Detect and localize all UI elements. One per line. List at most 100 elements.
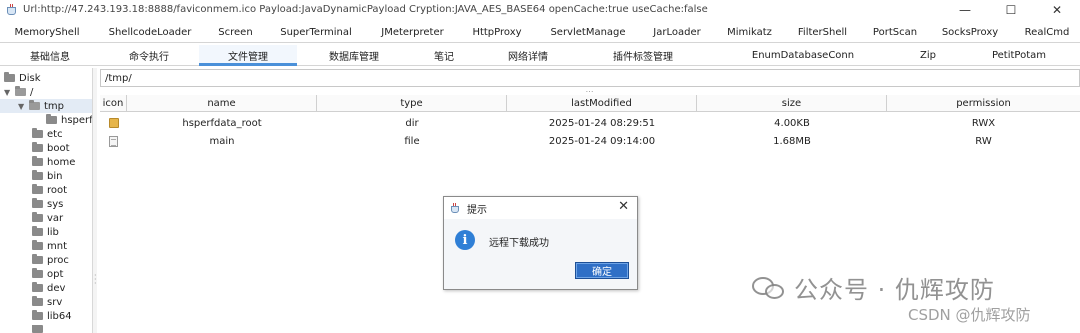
folder-open-icon: [29, 100, 40, 110]
cell-size: 1.68MB: [773, 135, 811, 147]
maximize-button[interactable]: ☐: [988, 0, 1034, 19]
path-value: /tmp/: [105, 72, 132, 84]
column-header-lastmodified[interactable]: lastModified: [507, 95, 697, 112]
tree-item-boot[interactable]: boot: [32, 141, 70, 155]
table-row[interactable]: hsperfdata_root dir 2025-01-24 08:29:51 …: [100, 114, 1080, 132]
cell-permission: RW: [975, 135, 992, 147]
collapse-arrow-icon[interactable]: ▼: [18, 102, 27, 111]
tree-item-opt[interactable]: opt: [32, 267, 63, 281]
tree-item-root[interactable]: root: [32, 183, 67, 197]
folder-icon: [32, 156, 43, 166]
tree-item-sys[interactable]: sys: [32, 197, 63, 211]
tree-item-srv[interactable]: srv: [32, 295, 62, 309]
folder-icon: [32, 325, 43, 333]
tab-zip[interactable]: Zip: [906, 45, 950, 65]
java-app-icon: [450, 202, 461, 214]
tab-plugin-label-manager[interactable]: 插件标签管理: [598, 45, 688, 65]
splitter-grip-icon[interactable]: · · ·: [94, 272, 97, 288]
column-header-size[interactable]: size: [697, 95, 887, 112]
dialog-close-button[interactable]: ✕: [618, 199, 629, 214]
tab-notes[interactable]: 笔记: [418, 45, 470, 65]
tree-item-mnt[interactable]: mnt: [32, 239, 67, 253]
dialog-title: 提示: [467, 204, 487, 216]
cell-name: main: [209, 135, 235, 147]
folder-icon: [32, 268, 43, 278]
tab-network-details[interactable]: 网络详情: [492, 45, 564, 65]
column-header-type[interactable]: type: [317, 95, 507, 112]
folder-icon: [32, 142, 43, 152]
close-button[interactable]: ✕: [1034, 0, 1080, 19]
message-dialog: 提示 ✕ i 远程下载成功 确定: [443, 196, 638, 290]
cell-type: file: [404, 135, 420, 147]
tree-item-dev[interactable]: dev: [32, 281, 65, 295]
tab-servletmanage[interactable]: ServletManage: [547, 22, 629, 42]
tab-realcmd[interactable]: RealCmd: [1018, 22, 1076, 42]
tab-command-exec[interactable]: 命令执行: [110, 45, 188, 65]
minimize-button[interactable]: —: [942, 0, 988, 19]
tree-splitter[interactable]: [93, 68, 97, 333]
tab-enumdatabaseconn[interactable]: EnumDatabaseConn: [748, 45, 858, 65]
tab-shellcodeloader[interactable]: ShellcodeLoader: [104, 22, 196, 42]
watermark-text: 公众号 · 仇辉攻防: [794, 276, 995, 304]
tab-petitpotam[interactable]: PetitPotam: [982, 45, 1056, 65]
tab-mimikatz[interactable]: Mimikatz: [722, 22, 777, 42]
tree-item-home[interactable]: home: [32, 155, 75, 169]
tree-item-lib[interactable]: lib: [32, 225, 59, 239]
file-icon: [100, 132, 127, 150]
dialog-title-bar: 提示 ✕: [444, 197, 637, 219]
path-input[interactable]: /tmp/: [100, 69, 1080, 87]
folder-icon: [32, 198, 43, 208]
info-icon: i: [455, 230, 475, 250]
tree-item-root-slash[interactable]: ▼ /: [4, 85, 33, 99]
tab-filtershell[interactable]: FilterShell: [790, 22, 855, 42]
folder-icon: [32, 212, 43, 222]
dialog-message: 远程下载成功: [489, 238, 549, 249]
table-row[interactable]: main file 2025-01-24 09:14:00 1.68MB RW: [100, 132, 1080, 150]
tree-item-proc[interactable]: proc: [32, 253, 69, 267]
tab-basic-info[interactable]: 基础信息: [14, 45, 86, 65]
watermark: 公众号 · 仇辉攻防: [752, 270, 995, 305]
folder-icon: [100, 114, 127, 132]
tree-item-tmp[interactable]: ▼ tmp: [0, 99, 92, 113]
tree-item-lib64[interactable]: lib64: [32, 309, 72, 323]
tab-file-manager[interactable]: 文件管理: [199, 45, 297, 66]
tab-portscan[interactable]: PortScan: [866, 22, 924, 42]
column-header-icon[interactable]: icon: [100, 95, 127, 112]
tab-socksproxy[interactable]: SocksProxy: [935, 22, 1005, 42]
folder-icon: [32, 282, 43, 292]
watermark-sub: CSDN @仇辉攻防: [908, 306, 1031, 324]
path-splitter[interactable]: ⋯: [100, 87, 1080, 96]
window-controls: — ☐ ✕: [942, 0, 1080, 19]
tab-memoryshell[interactable]: MemoryShell: [6, 22, 88, 42]
tree-item-etc[interactable]: etc: [32, 127, 63, 141]
cell-lastmodified: 2025-01-24 08:29:51: [548, 117, 656, 129]
ok-button[interactable]: 确定: [575, 262, 629, 279]
folder-icon: [4, 72, 15, 82]
title-bar: Url:http://47.243.193.18:8888/faviconmem…: [0, 0, 1080, 19]
tree-item-partial: [32, 325, 47, 333]
plugin-tabs-row-1: MemoryShell ShellcodeLoader Screen Super…: [0, 22, 1080, 43]
folder-icon: [32, 240, 43, 250]
wechat-logo-icon: [752, 275, 786, 301]
tab-superterminal[interactable]: SuperTerminal: [276, 22, 356, 42]
collapse-arrow-icon[interactable]: ▼: [4, 88, 13, 97]
cell-size: 4.00KB: [774, 117, 810, 129]
folder-icon: [32, 310, 43, 320]
tab-jarloader[interactable]: JarLoader: [646, 22, 708, 42]
tree-item-var[interactable]: var: [32, 211, 63, 225]
java-app-icon: [6, 3, 18, 16]
folder-icon: [32, 128, 43, 138]
folder-open-icon: [15, 86, 26, 96]
tab-httpproxy[interactable]: HttpProxy: [466, 22, 528, 42]
file-tree: Disk ▼/ ▼tmp hsperfc etc boot home bin r…: [0, 68, 93, 333]
tab-database-manager[interactable]: 数据库管理: [318, 45, 390, 65]
plugin-tabs-row-2: 基础信息 命令执行 文件管理 数据库管理 笔记 网络详情 插件标签管理 Enum…: [0, 45, 1080, 66]
folder-icon: [32, 170, 43, 180]
tree-item-hsperfdata[interactable]: hsperfc: [46, 113, 92, 127]
column-header-name[interactable]: name: [127, 95, 317, 112]
tree-item-disk[interactable]: Disk: [4, 71, 40, 85]
column-header-permission[interactable]: permission: [887, 95, 1080, 112]
tab-jmeterpreter[interactable]: JMeterpreter: [375, 22, 450, 42]
tree-item-bin[interactable]: bin: [32, 169, 62, 183]
tab-screen[interactable]: Screen: [208, 22, 263, 42]
